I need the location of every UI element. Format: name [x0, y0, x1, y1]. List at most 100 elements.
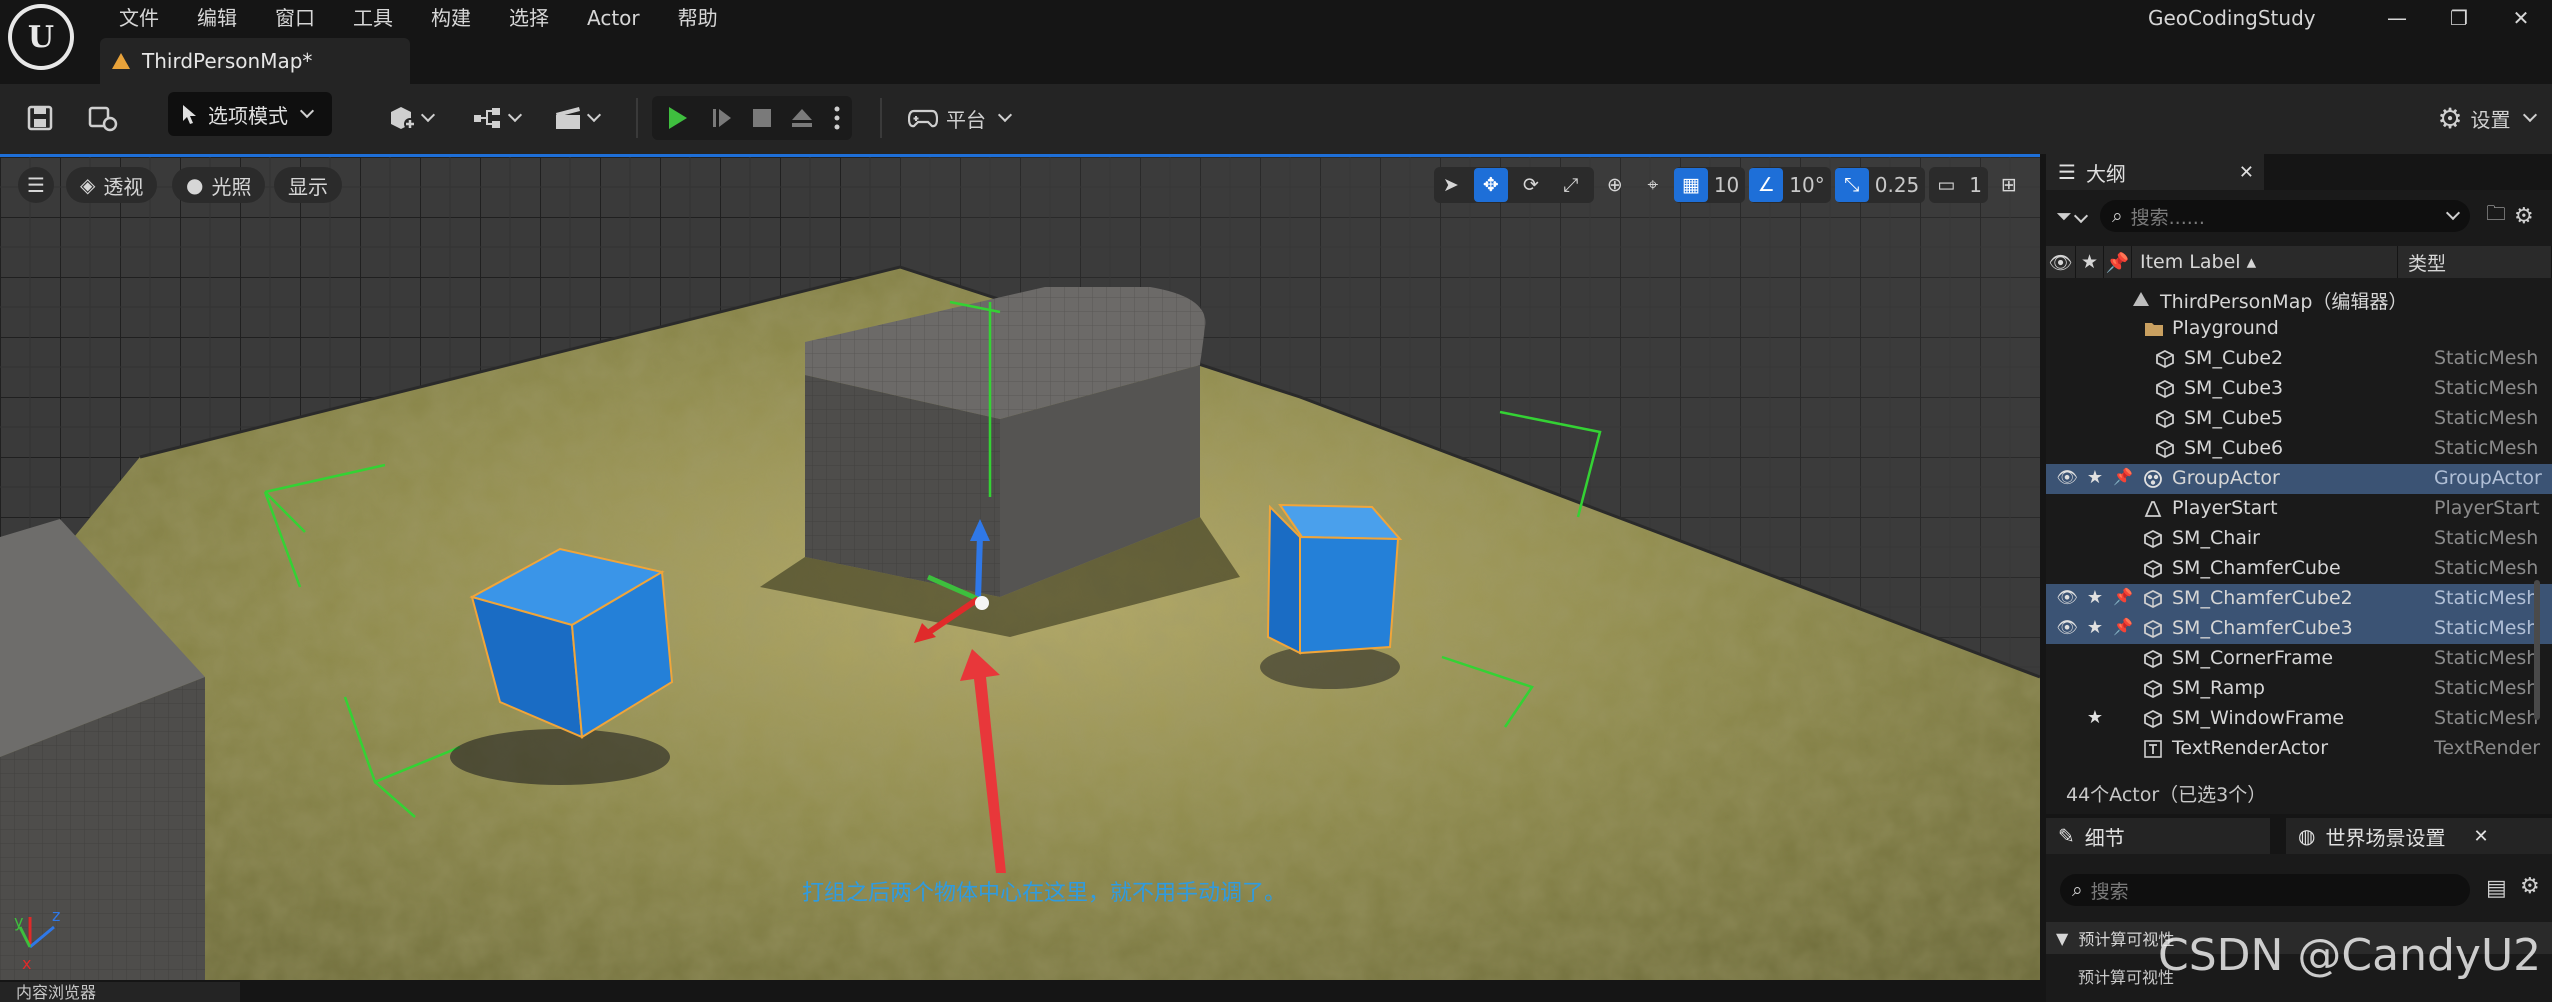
add-actor-button[interactable] — [378, 96, 442, 140]
select-tool-icon[interactable]: ➤ — [1434, 168, 1468, 202]
world-space-icon[interactable]: ⊕ — [1598, 168, 1632, 202]
level-viewport[interactable]: x y z ☰ ◈ 透视 ● 光照 显示 ➤ ✥ ⟳ ⤢ ⊕ ⌖ ▦ 10 ∠ … — [0, 154, 2040, 980]
document-tab-thirdpersonmap[interactable]: ThirdPersonMap* — [100, 38, 410, 84]
play-button[interactable] — [652, 96, 702, 140]
outliner-row[interactable]: SM_Cube6 StaticMesh — [2046, 434, 2552, 464]
menu-item[interactable]: 构建 — [412, 2, 490, 34]
source-control-icon[interactable] — [84, 96, 124, 140]
outliner-row[interactable]: SM_Cube2 StaticMesh — [2046, 344, 2552, 374]
advance-frame-icon[interactable] — [702, 96, 742, 140]
outliner-row[interactable]: ThirdPersonMap（编辑器） — [2046, 284, 2552, 314]
outliner-row-type: StaticMesh — [2434, 677, 2539, 699]
star-icon[interactable]: ★ — [2084, 707, 2106, 728]
content-browser-tab[interactable]: 内容浏览器 — [0, 982, 240, 1002]
lighting-button[interactable]: ● 光照 — [172, 167, 266, 203]
rotation-snap-group[interactable]: ∠ 10° — [1749, 167, 1831, 203]
outliner-row[interactable]: SM_Cube3 StaticMesh — [2046, 374, 2552, 404]
outliner-row[interactable]: Playground — [2046, 314, 2552, 344]
pin-icon[interactable]: 📌 — [2112, 617, 2134, 636]
scale-tool-icon[interactable]: ⤢ — [1554, 168, 1588, 202]
outliner-row[interactable]: ★ SM_WindowFrame StaticMesh — [2046, 704, 2552, 734]
outliner-row[interactable]: PlayerStart PlayerStart — [2046, 494, 2552, 524]
menu-item[interactable]: 编辑 — [178, 2, 256, 34]
details-tab[interactable]: ✎ 细节 — [2046, 818, 2270, 854]
details-settings-icon[interactable]: ⚙ — [2520, 874, 2540, 899]
star-icon[interactable]: ★ — [2084, 587, 2106, 608]
pin-icon[interactable]: 📌 — [2112, 587, 2134, 606]
menu-item[interactable]: 文件 — [100, 2, 178, 34]
stop-icon[interactable] — [742, 96, 782, 140]
menu-item[interactable]: Actor — [568, 2, 659, 34]
minimize-icon[interactable]: — — [2366, 0, 2428, 36]
camera-speed-icon[interactable]: ▭ — [1929, 168, 1963, 202]
column-item-label-text: Item Label ▴ — [2140, 251, 2257, 273]
play-options-icon[interactable] — [822, 96, 852, 140]
scale-snap-icon[interactable]: ⤡ — [1834, 168, 1869, 202]
outliner-row[interactable]: SM_Cube5 StaticMesh — [2046, 404, 2552, 434]
unreal-logo-icon[interactable]: U — [8, 4, 74, 70]
pin-column-icon[interactable]: 📌 — [2104, 246, 2132, 278]
show-button[interactable]: 显示 — [274, 167, 342, 203]
viewport-layout-icon[interactable]: ⊞ — [1992, 168, 2026, 202]
menu-item[interactable]: 工具 — [334, 2, 412, 34]
world-settings-tab[interactable]: ◍ 世界场景设置 ✕ — [2286, 818, 2552, 854]
translate-tool-icon[interactable]: ✥ — [1473, 168, 1508, 202]
outliner-row[interactable]: SM_Ramp StaticMesh — [2046, 674, 2552, 704]
outliner-row-label: TextRenderActor — [2172, 737, 2329, 759]
scale-snap-group[interactable]: ⤡ 0.25 — [1834, 167, 1926, 203]
toolbar-divider — [636, 98, 638, 138]
outliner-row[interactable]: TextRenderActor TextRender — [2046, 734, 2552, 764]
column-item-label[interactable]: Item Label ▴ — [2132, 246, 2398, 278]
filter-icon[interactable]: ⏷ — [2056, 204, 2072, 228]
search-icon: ⌕ — [2112, 205, 2123, 227]
rotate-tool-icon[interactable]: ⟳ — [1514, 168, 1548, 202]
close-window-icon[interactable]: ✕ — [2490, 0, 2552, 36]
cinematics-button[interactable] — [544, 96, 608, 140]
viewport-scene[interactable]: x y z — [0, 157, 2040, 980]
close-icon[interactable]: ✕ — [2473, 826, 2488, 847]
camera-speed-group[interactable]: ▭ 1 — [1929, 167, 1988, 203]
visibility-eye-icon[interactable]: 👁 — [2056, 618, 2078, 638]
column-type[interactable]: 类型 — [2398, 246, 2552, 278]
settings-dropdown[interactable]: ⚙ 设置 — [2428, 96, 2544, 140]
star-icon[interactable]: ★ — [2084, 617, 2106, 638]
outliner-row[interactable]: SM_Chair StaticMesh — [2046, 524, 2552, 554]
outliner-scrollbar[interactable] — [2534, 580, 2540, 720]
grid-snap-icon[interactable]: ▦ — [1673, 168, 1708, 202]
restore-icon[interactable]: ❐ — [2428, 0, 2490, 36]
text-render-icon — [2144, 740, 2164, 758]
outliner-row-type: StaticMesh — [2434, 437, 2539, 459]
outliner-search-input[interactable]: ⌕ 搜索...... — [2100, 200, 2470, 232]
outliner-settings-icon[interactable]: ⚙ — [2514, 204, 2534, 229]
viewport-options-icon[interactable]: ☰ — [18, 167, 54, 203]
outliner-row[interactable]: 👁 ★ 📌 SM_ChamferCube3 StaticMesh — [2046, 614, 2552, 644]
rotation-snap-icon[interactable]: ∠ — [1749, 168, 1784, 202]
perspective-button[interactable]: ◈ 透视 — [66, 167, 158, 203]
selection-mode-dropdown[interactable]: 选项模式 — [168, 92, 332, 136]
star-column-icon[interactable]: ★ — [2076, 246, 2104, 278]
pin-icon[interactable]: 📌 — [2112, 467, 2134, 486]
blueprint-button[interactable] — [464, 96, 528, 140]
grid-snap-group[interactable]: ▦ 10 — [1673, 167, 1746, 203]
menu-item[interactable]: 窗口 — [256, 2, 334, 34]
star-icon[interactable]: ★ — [2084, 467, 2106, 488]
outliner-tab[interactable]: ☰ 大纲 ✕ — [2046, 154, 2264, 190]
outliner-row[interactable]: 👁 ★ 📌 GroupActor GroupActor — [2046, 464, 2552, 494]
menu-item[interactable]: 选择 — [490, 2, 568, 34]
visibility-column-icon[interactable]: 👁 — [2046, 246, 2076, 278]
outliner-row[interactable]: SM_ChamferCube StaticMesh — [2046, 554, 2552, 584]
outliner-row[interactable]: 👁 ★ 📌 SM_ChamferCube2 StaticMesh — [2046, 584, 2552, 614]
details-search-input[interactable]: ⌕ 搜索 — [2060, 874, 2470, 906]
table-view-icon[interactable]: ▤ — [2486, 876, 2507, 901]
save-icon[interactable] — [22, 96, 58, 140]
surface-snap-icon[interactable]: ⌖ — [1636, 168, 1670, 202]
eject-icon[interactable] — [782, 96, 822, 140]
visibility-eye-icon[interactable]: 👁 — [2056, 468, 2078, 488]
platforms-dropdown[interactable]: 平台 — [906, 96, 1013, 140]
close-icon[interactable]: ✕ — [2239, 162, 2254, 183]
watermark: CSDN @CandyU2 — [2158, 930, 2542, 981]
menu-item[interactable]: 帮助 — [659, 2, 737, 34]
visibility-eye-icon[interactable]: 👁 — [2056, 588, 2078, 608]
add-folder-icon[interactable]: 🗀 — [2486, 199, 2506, 233]
outliner-row[interactable]: SM_CornerFrame StaticMesh — [2046, 644, 2552, 674]
